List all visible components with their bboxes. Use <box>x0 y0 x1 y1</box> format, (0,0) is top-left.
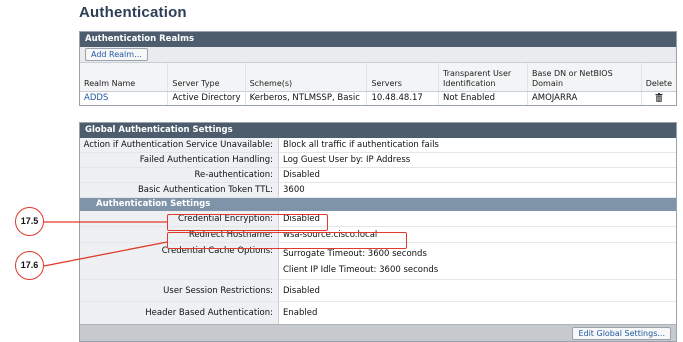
transparent-cell: Not Enabled <box>438 91 528 105</box>
client-ip-timeout: Client IP Idle Timeout: 3600 seconds <box>283 265 439 275</box>
setting-value: Log Guest User by: IP Address <box>283 155 411 165</box>
realms-panel: Authentication Realms Add Realm... Realm… <box>79 31 677 106</box>
col-delete: Delete <box>641 63 676 92</box>
edit-global-settings-button[interactable]: Edit Global Settings... <box>572 327 671 340</box>
col-base-dn: Base DN or NetBIOS Domain <box>527 63 642 92</box>
setting-value: Enabled <box>283 308 318 318</box>
highlight-credential-encryption <box>167 214 328 231</box>
server-type-cell: Active Directory <box>167 91 246 105</box>
setting-label: Header Based Authentication: <box>80 302 279 324</box>
table-row: ADDS Active Directory Kerberos, NTLMSSP,… <box>80 91 676 105</box>
setting-value: 3600 <box>283 185 305 195</box>
trash-icon[interactable] <box>655 93 663 103</box>
callout-17-6: 17.6 <box>15 251 44 280</box>
col-servers: Servers <box>366 63 440 92</box>
settings-row-action-unavailable: Action if Authentication Service Unavail… <box>80 138 676 153</box>
setting-label: User Session Restrictions: <box>80 280 279 301</box>
callout-17-5: 17.5 <box>15 207 44 236</box>
setting-label: Action if Authentication Service Unavail… <box>80 138 279 152</box>
settings-row-header-based: Header Based Authentication: Enabled <box>80 302 676 324</box>
global-settings-footer: Edit Global Settings... <box>80 324 676 341</box>
settings-row-reauthentication: Re-authentication: Disabled <box>80 168 676 183</box>
setting-label: Failed Authentication Handling: <box>80 153 279 167</box>
realm-name-link[interactable]: ADDS <box>80 91 169 105</box>
col-realm-name: Realm Name <box>80 63 169 92</box>
col-server-type: Server Type <box>167 63 246 92</box>
realms-panel-heading: Authentication Realms <box>80 32 676 47</box>
auth-settings-subheading: Authentication Settings <box>80 198 676 211</box>
col-transparent: Transparent User Identification <box>438 63 528 92</box>
surrogate-timeout: Surrogate Timeout: 3600 seconds <box>283 249 427 259</box>
setting-value: Disabled <box>283 286 320 296</box>
highlight-redirect-hostname <box>167 232 407 249</box>
realms-table: Realm Name Server Type Scheme(s) Servers… <box>80 63 676 105</box>
servers-cell: 10.48.48.17 <box>366 91 440 105</box>
realms-toolbar: Add Realm... <box>80 47 676 63</box>
setting-value: Block all traffic if authentication fail… <box>283 140 439 150</box>
settings-row-failed-handling: Failed Authentication Handling: Log Gues… <box>80 153 676 168</box>
setting-label: Re-authentication: <box>80 168 279 182</box>
add-realm-button[interactable]: Add Realm... <box>85 48 148 61</box>
settings-row-token-ttl: Basic Authentication Token TTL: 3600 <box>80 183 676 198</box>
setting-value: Disabled <box>283 170 320 180</box>
page-title: Authentication <box>79 4 187 21</box>
global-settings-heading: Global Authentication Settings <box>80 123 676 138</box>
base-dn-cell: AMOJARRA <box>527 91 642 105</box>
schemes-cell: Kerberos, NTLMSSP, Basic <box>245 91 368 105</box>
setting-label: Basic Authentication Token TTL: <box>80 183 279 197</box>
realms-table-header: Realm Name Server Type Scheme(s) Servers… <box>80 63 676 92</box>
settings-row-user-session: User Session Restrictions: Disabled <box>80 280 676 302</box>
col-schemes: Scheme(s) <box>245 63 368 92</box>
delete-cell <box>641 91 676 105</box>
